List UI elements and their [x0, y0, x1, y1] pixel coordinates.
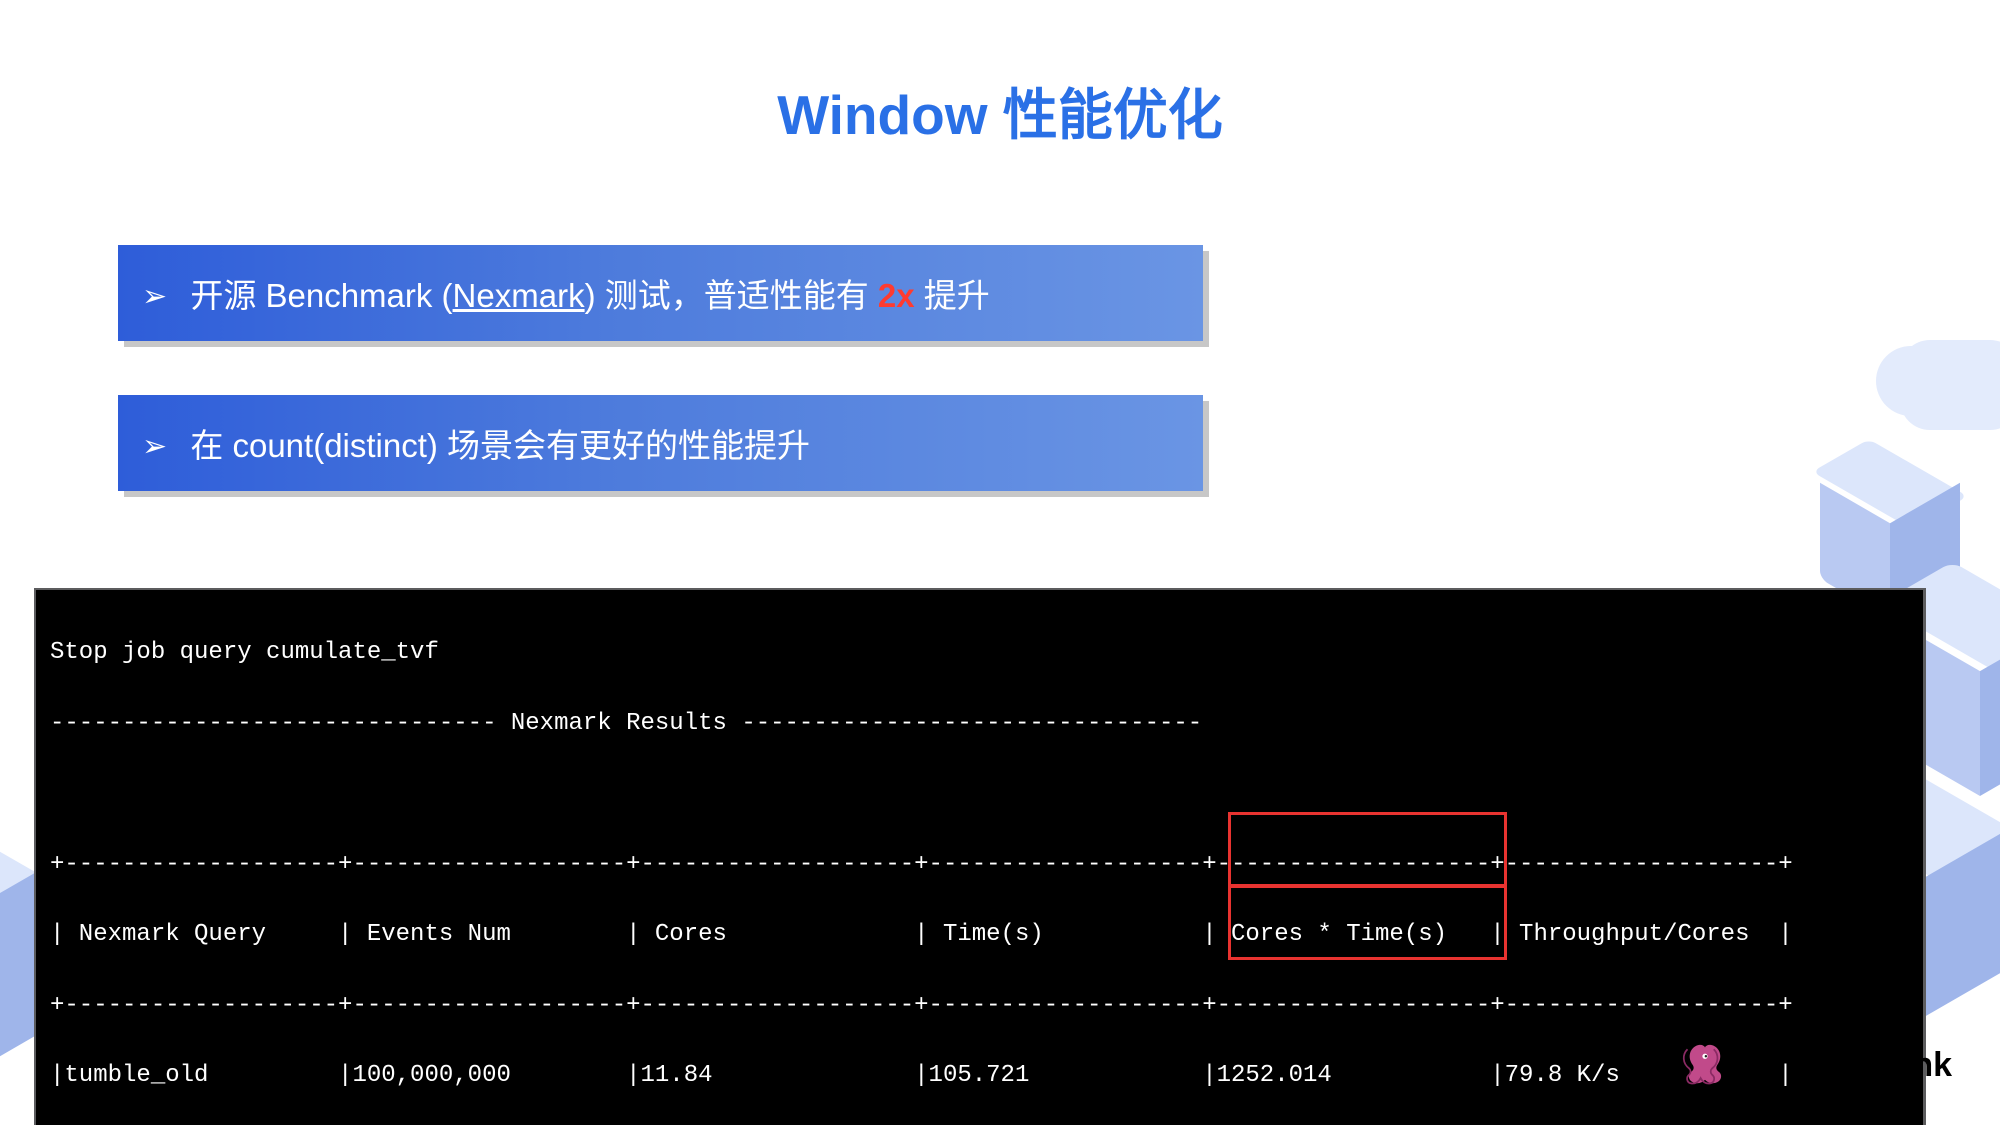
terminal-output: Stop job query cumulate_tvf ------------… [34, 588, 1926, 1125]
footer-brand-text: Apache Flink [1740, 1046, 1952, 1085]
bullet2-text: 在 count(distinct) 场景会有更好的性能提升 [190, 427, 810, 464]
table-row: |tumble_old |100,000,000 |11.84 |105.721… [50, 1058, 1909, 1093]
bullet-card-2: ➢ 在 count(distinct) 场景会有更好的性能提升 [118, 395, 1203, 491]
bullet1-mid: ) 测试，普适性能有 [585, 277, 878, 314]
slide-title: Window 性能优化 [0, 70, 2000, 150]
terminal-line: +-------------------+-------------------… [50, 847, 1909, 882]
bullet1-highlight: 2x [878, 277, 915, 314]
footer-brand: Apache Flink [1670, 1037, 1952, 1093]
terminal-header-row: | Nexmark Query | Events Num | Cores | T… [50, 917, 1909, 952]
terminal-line [50, 776, 1909, 811]
flink-logo-icon [1670, 1037, 1726, 1093]
terminal-line: ------------------------------- Nexmark … [50, 706, 1909, 741]
bullet1-link: Nexmark [453, 277, 585, 314]
terminal-line: Stop job query cumulate_tvf [50, 635, 1909, 670]
chevron-right-icon: ➢ [142, 279, 167, 314]
bullet1-post: 提升 [915, 277, 990, 314]
bullet1-pre: 开源 Benchmark ( [190, 277, 452, 314]
terminal-line: +-------------------+-------------------… [50, 988, 1909, 1023]
bullet-card-1: ➢ 开源 Benchmark (Nexmark) 测试，普适性能有 2x 提升 [118, 245, 1203, 341]
chevron-right-icon: ➢ [142, 429, 167, 464]
